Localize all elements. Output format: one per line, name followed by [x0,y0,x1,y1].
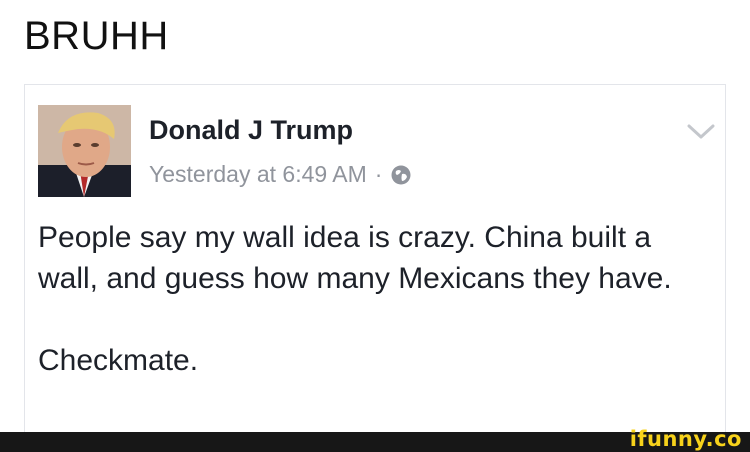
post-paragraph: People say my wall idea is crazy. China … [38,221,672,295]
author-name[interactable]: Donald J Trump [149,115,353,146]
globe-icon[interactable] [390,164,412,186]
avatar-portrait [38,105,131,197]
watermark-logo: ifunny.co [629,427,742,451]
meme-caption: BRUHH [24,14,169,58]
meta-separator: · [374,161,383,187]
post-timestamp[interactable]: Yesterday at 6:49 AM [149,161,367,188]
avatar[interactable] [38,105,131,197]
chevron-down-icon[interactable] [687,123,715,141]
facebook-post-card: Donald J Trump Yesterday at 6:49 AM · Pe… [24,84,726,432]
post-body: People say my wall idea is crazy. China … [38,217,718,381]
post-meta: Yesterday at 6:49 AM · [149,161,412,188]
post-paragraph: Checkmate. [38,344,199,377]
